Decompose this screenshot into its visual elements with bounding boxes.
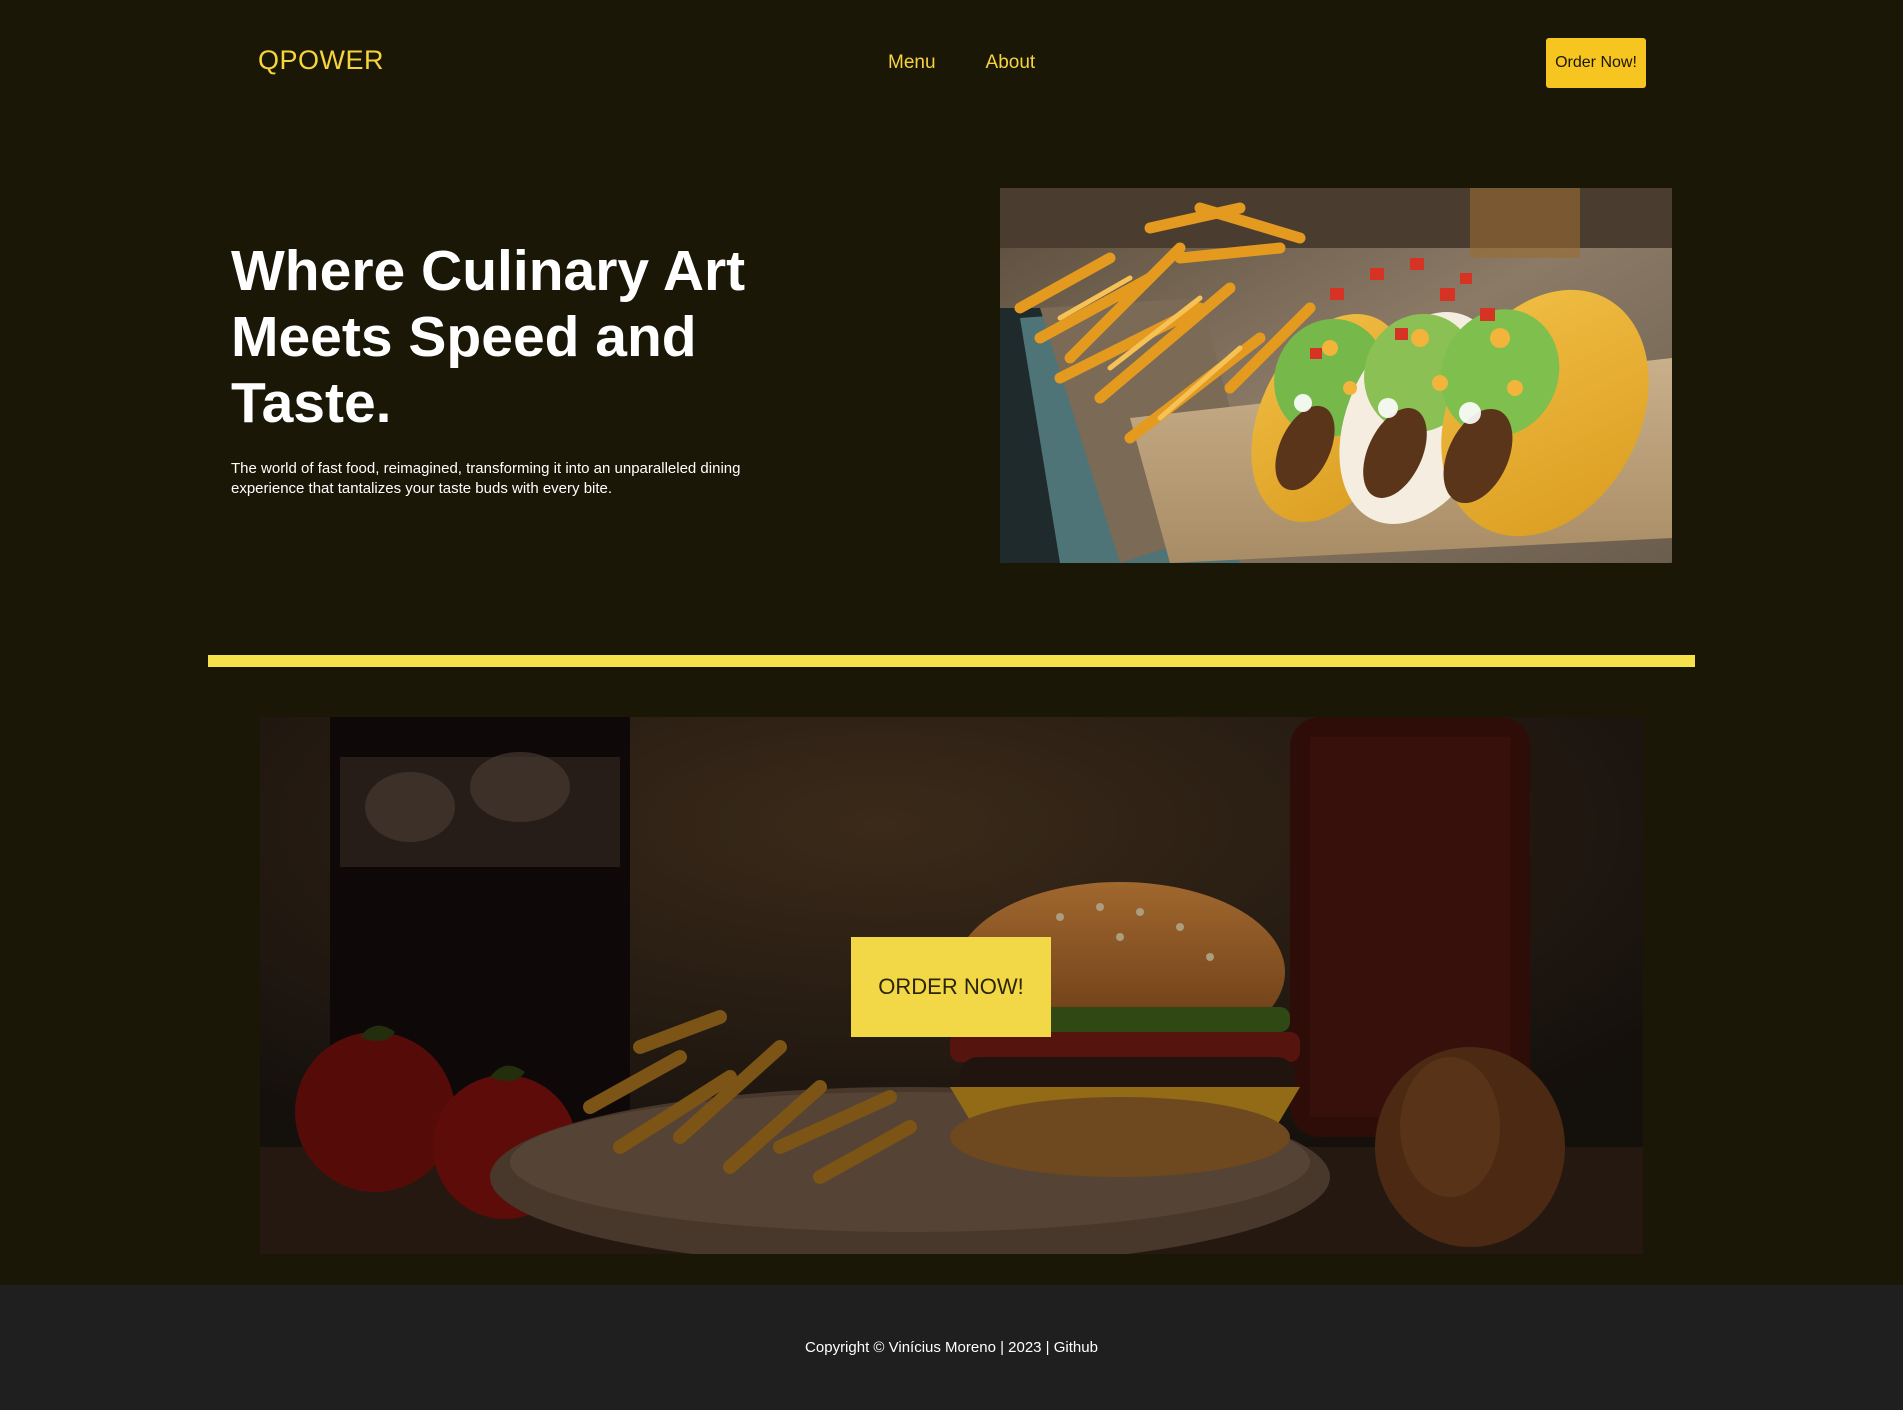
header-order-button[interactable]: Order Now!	[1546, 38, 1646, 88]
copyright-text: Copyright © Vinícius Moreno | 2023 |	[805, 1339, 1050, 1356]
hero-title-line-1: Where Culinary Art	[231, 239, 746, 303]
nav-link-menu[interactable]: Menu	[888, 52, 936, 74]
tacos-photo-illustration	[1000, 188, 1672, 563]
hero-description: The world of fast food, reimagined, tran…	[231, 460, 741, 497]
site-logo[interactable]: QPOWER	[258, 45, 384, 76]
banner-order-button[interactable]: ORDER NOW!	[851, 937, 1051, 1037]
github-link[interactable]: Github	[1054, 1339, 1098, 1356]
site-footer: Copyright © Vinícius Moreno | 2023 | Git…	[0, 1285, 1903, 1410]
hero-title: Where Culinary Art Meets Speed and Taste…	[231, 238, 831, 436]
hero-title-line-2: Meets Speed and	[231, 305, 697, 369]
main-nav: Menu About	[888, 52, 1035, 74]
section-divider	[208, 655, 1695, 667]
nav-link-about[interactable]: About	[986, 52, 1036, 74]
site-header: QPOWER Menu About Order Now!	[0, 0, 1903, 125]
hero-tacos-image	[1000, 188, 1672, 563]
hero-title-line-3: Taste.	[231, 371, 392, 435]
page: QPOWER Menu About Order Now! Where Culin…	[0, 0, 1903, 1410]
footer-copyright: Copyright © Vinícius Moreno | 2023 | Git…	[0, 1339, 1903, 1356]
